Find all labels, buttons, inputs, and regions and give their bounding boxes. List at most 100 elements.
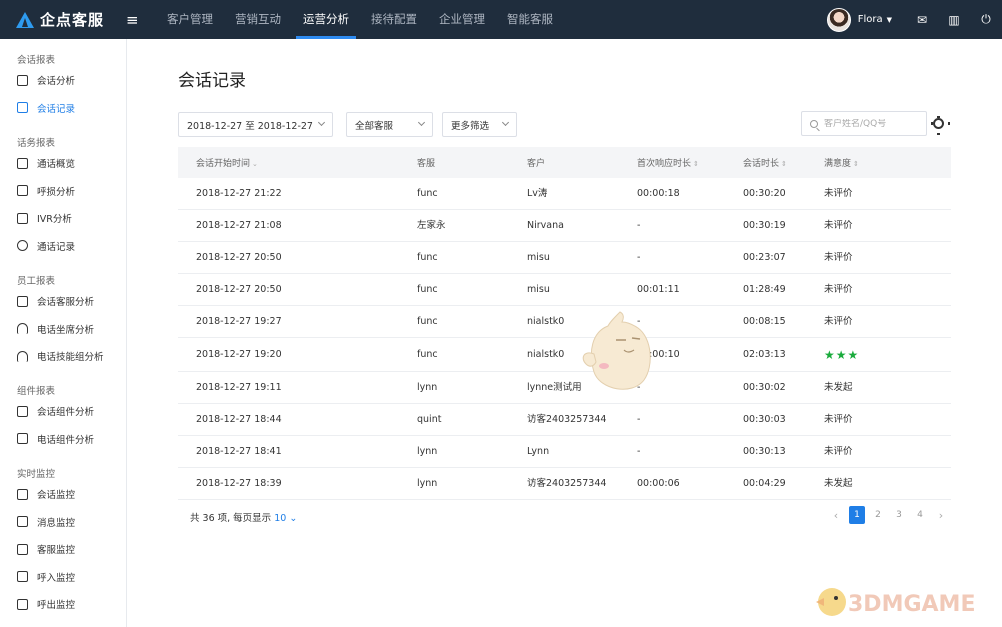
gear-icon[interactable] bbox=[931, 116, 950, 135]
page-number[interactable]: 4 bbox=[912, 506, 928, 524]
table-row[interactable]: 2018-12-27 18:39 lynn 访客2403257344 00:00:06… bbox=[178, 468, 951, 500]
date-range-picker[interactable]: 2018-12-27 至 2018-12-27 bbox=[178, 112, 333, 137]
page-number[interactable]: 2 bbox=[870, 506, 886, 524]
sidebar-item[interactable]: 消息监控 bbox=[17, 513, 75, 531]
table-row[interactable]: 2018-12-27 18:44 quint 访客2403257344 - 00:30:… bbox=[178, 404, 951, 436]
table-cell: - bbox=[637, 414, 641, 425]
table-cell: 2018-12-27 21:22 bbox=[196, 188, 282, 199]
table-cell: Nirvana bbox=[527, 220, 564, 231]
table-cell: Lv涛 bbox=[527, 188, 548, 199]
sidebar-item[interactable]: 呼入监控 bbox=[17, 568, 75, 586]
sort-icon[interactable]: ⌄ bbox=[252, 160, 258, 168]
mail-icon[interactable]: ✉ bbox=[906, 0, 938, 39]
sidebar-item[interactable]: 通话记录 bbox=[17, 237, 75, 255]
hamburger-menu-icon[interactable]: ≡ bbox=[126, 11, 146, 29]
sidebar-item[interactable]: 会话客服分析 bbox=[17, 292, 94, 310]
grid-icon bbox=[17, 212, 28, 224]
sort-icon[interactable]: ⇕ bbox=[853, 160, 859, 168]
sidebar-item[interactable]: 呼出监控 bbox=[17, 595, 75, 613]
table-cell: nialstk0 bbox=[527, 316, 565, 327]
page-size-select[interactable]: 10 ⌄ bbox=[274, 513, 297, 524]
agent-select[interactable]: 全部客服 bbox=[346, 112, 433, 137]
agent-select-value: 全部客服 bbox=[355, 120, 394, 132]
app-logo[interactable]: 企点客服 bbox=[16, 9, 134, 30]
user-name[interactable]: Flora bbox=[858, 14, 883, 25]
sidebar-item[interactable]: 客服监控 bbox=[17, 540, 75, 558]
top-nav-item[interactable]: 营销互动 bbox=[224, 0, 292, 39]
sidebar-item-label: 电话技能组分析 bbox=[37, 352, 104, 363]
chart-icon bbox=[17, 74, 28, 86]
sidebar-item-label: 会话分析 bbox=[37, 76, 76, 87]
main-content: 会话记录 2018-12-27 至 2018-12-27 全部客服 更多筛选 会… bbox=[128, 39, 1002, 627]
top-nav-item[interactable]: 接待配置 bbox=[360, 0, 428, 39]
sidebar-item[interactable]: 呼损分析 bbox=[17, 182, 75, 200]
column-header[interactable]: 会话时长 ⇕ bbox=[743, 156, 787, 169]
sidebar-item[interactable]: 会话组件分析 bbox=[17, 402, 94, 420]
table-cell: 未评价 bbox=[824, 316, 853, 327]
pagination-summary: 共 36 项, 每页显示 10 ⌄ bbox=[190, 510, 297, 524]
logout-icon[interactable]: ⏻ bbox=[970, 0, 1002, 39]
top-nav-item[interactable]: 智能客服 bbox=[496, 0, 564, 39]
sidebar-item[interactable]: 会话记录 bbox=[17, 99, 75, 117]
sidebar-item-label: 会话组件分析 bbox=[37, 407, 95, 418]
sidebar-item-label: 通话概览 bbox=[37, 159, 76, 170]
table-row[interactable]: 2018-12-27 19:27 func nialstk0-00:08:15 未评价 bbox=[178, 306, 951, 338]
sidebar-group-title: 组件报表 bbox=[17, 386, 56, 397]
top-nav-item[interactable]: 运营分析 bbox=[292, 0, 360, 39]
column-header[interactable]: 首次响应时长 ⇕ bbox=[637, 156, 699, 169]
sidebar-item[interactable]: 电话组件分析 bbox=[17, 430, 94, 448]
table-cell: misu bbox=[527, 252, 550, 263]
sidebar-item[interactable]: 通话概览 bbox=[17, 154, 75, 172]
table-row[interactable]: 2018-12-27 19:20 func nialstk0 00:00:10 02:0… bbox=[178, 338, 951, 372]
mascot-illustration bbox=[582, 311, 651, 390]
table-cell: 00:30:02 bbox=[743, 382, 786, 393]
user-dropdown-icon[interactable]: ▼ bbox=[887, 16, 892, 24]
column-header-label: 客服 bbox=[417, 159, 436, 169]
table-cell: func bbox=[417, 188, 438, 199]
table-cell: 2018-12-27 19:20 bbox=[196, 349, 282, 360]
table-cell: 未评价 bbox=[824, 252, 853, 263]
sidebar-item[interactable]: 会话分析 bbox=[17, 71, 75, 89]
table-row[interactable]: 2018-12-27 18:41 lynn Lynn - 00:30:13 未评价 bbox=[178, 436, 951, 468]
sidebar-item-label: 电话坐席分析 bbox=[37, 324, 95, 336]
sidebar-item[interactable]: 电话技能组分析 bbox=[17, 347, 104, 365]
headset-icon bbox=[17, 323, 28, 334]
avatar[interactable] bbox=[826, 7, 851, 32]
table-row[interactable]: 2018-12-27 21:22 func Lv涛 00:00:18 00:30:20 未… bbox=[178, 178, 951, 210]
top-nav-item[interactable]: 客户管理 bbox=[156, 0, 224, 39]
watermark-mascot-icon bbox=[816, 588, 846, 616]
prev-page-icon[interactable]: ‹ bbox=[828, 506, 844, 524]
table-row[interactable]: 2018-12-27 20:50 func misu 00:01:11 01:28:49… bbox=[178, 274, 951, 306]
sidebar-item[interactable]: 会话监控 bbox=[17, 485, 75, 503]
search-input[interactable] bbox=[824, 118, 914, 129]
sort-icon[interactable]: ⇕ bbox=[781, 160, 787, 168]
sidebar-group-title: 话务报表 bbox=[17, 138, 56, 149]
column-header[interactable]: 会话开始时间 ⌄ bbox=[196, 156, 258, 169]
monitor-icon bbox=[17, 488, 28, 500]
sidebar-item-label: 消息监控 bbox=[37, 517, 76, 529]
next-page-icon[interactable]: › bbox=[933, 506, 949, 524]
table-row[interactable]: 2018-12-27 20:50 func misu - 00:23:07 未评价 bbox=[178, 242, 951, 274]
widget-icon bbox=[17, 405, 28, 417]
search-box bbox=[801, 111, 927, 136]
table-row[interactable]: 2018-12-27 21:08 左家永 Nirvana - 00:30:19 未评价 bbox=[178, 210, 951, 242]
table-cell: func bbox=[417, 349, 438, 360]
chat-icon bbox=[17, 295, 28, 307]
column-header[interactable]: 满意度 ⇕ bbox=[824, 156, 859, 169]
more-filters-select[interactable]: 更多筛选 bbox=[442, 112, 517, 137]
sort-icon[interactable]: ⇕ bbox=[693, 160, 699, 168]
sidebar-item-label: 电话组件分析 bbox=[37, 434, 95, 446]
sidebar-item[interactable]: IVR分析 bbox=[17, 209, 72, 227]
page-number[interactable]: 1 bbox=[849, 506, 865, 524]
table-cell: 未评价 bbox=[824, 446, 853, 457]
sidebar-item-label: 会话记录 bbox=[37, 103, 76, 115]
table-row[interactable]: 2018-12-27 19:11 lynn lynne测试用 -00:30:02 未发起 bbox=[178, 372, 951, 404]
more-filters-label: 更多筛选 bbox=[451, 120, 490, 132]
page-number[interactable]: 3 bbox=[891, 506, 907, 524]
book-icon[interactable]: ▥ bbox=[938, 0, 970, 39]
top-nav-item[interactable]: 企业管理 bbox=[428, 0, 496, 39]
sidebar-item[interactable]: 电话坐席分析 bbox=[17, 320, 94, 338]
table-cell: - bbox=[637, 252, 641, 263]
page-size-value: 10 bbox=[274, 513, 287, 524]
headset-icon bbox=[17, 350, 28, 362]
